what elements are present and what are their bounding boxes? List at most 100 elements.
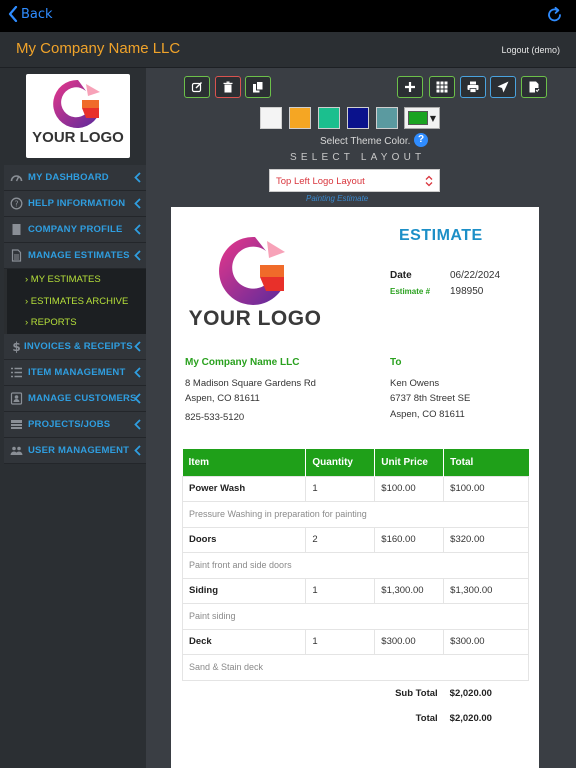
from-company-name: My Company Name LLC xyxy=(185,357,300,368)
item-quantity: 1 xyxy=(305,577,376,604)
sidebar-nav: MY DASHBOARD ? HELP INFORMATION COMPANY … xyxy=(4,165,146,464)
chevron-updown-icon xyxy=(425,175,433,187)
sidebar-item-label: MY DASHBOARD xyxy=(28,172,109,183)
back-button[interactable]: Back xyxy=(8,6,53,22)
contacts-icon xyxy=(10,391,23,405)
item-quantity: 1 xyxy=(305,628,376,655)
estimates-submenu: › MY ESTIMATES › ESTIMATES ARCHIVE › REP… xyxy=(4,269,146,334)
add-icon xyxy=(405,82,415,92)
item-total: $1,300.00 xyxy=(443,577,529,604)
help-icon[interactable]: ? xyxy=(414,133,428,147)
estimate-number-value: 198950 xyxy=(450,286,484,297)
chevron-left-icon xyxy=(134,418,141,430)
edit-button[interactable] xyxy=(184,76,210,98)
sidebar-item-projects[interactable]: PROJECTS/JOBS xyxy=(4,411,146,438)
svg-text:?: ? xyxy=(14,199,18,208)
subtotal-value: $2,020.00 xyxy=(449,687,492,699)
total-row: Total $2,020.00 xyxy=(183,706,529,732)
chevron-left-icon xyxy=(134,444,141,456)
logo-text: YOUR LOGO xyxy=(32,129,124,146)
from-address-line1: 8 Madison Square Gardens Rd xyxy=(185,378,316,389)
sidebar-item-item-management[interactable]: ITEM MANAGEMENT xyxy=(4,359,146,386)
delete-button[interactable] xyxy=(215,76,241,98)
item-unit-price: $300.00 xyxy=(374,628,445,655)
table-row[interactable]: Doors 2 $160.00 $320.00 xyxy=(181,526,529,553)
grid-button[interactable] xyxy=(429,76,455,98)
layout-select[interactable]: Top Left Logo Layout xyxy=(269,169,440,192)
subtotal-label: Sub Total xyxy=(395,687,438,699)
sidebar-item-manage-estimates[interactable]: MANAGE ESTIMATES xyxy=(4,243,146,269)
table-row[interactable]: Siding 1 $1,300.00 $1,300.00 xyxy=(181,577,529,604)
edit-icon xyxy=(191,82,202,93)
item-name: Power Wash xyxy=(181,475,307,502)
table-row[interactable]: Power Wash 1 $100.00 $100.00 xyxy=(181,475,529,502)
duplicate-button[interactable] xyxy=(245,76,271,98)
estimate-document: YOUR LOGO ESTIMATE Date 06/22/2024 Estim… xyxy=(171,207,539,768)
logout-link[interactable]: Logout (demo) xyxy=(501,45,560,55)
chevron-left-icon xyxy=(134,392,141,404)
from-address-line2: Aspen, CO 81611 xyxy=(185,393,260,404)
company-logo: YOUR LOGO xyxy=(26,74,130,158)
total-label: Total xyxy=(415,712,438,724)
sidebar-item-label: USER MANAGEMENT xyxy=(28,444,130,456)
grid-icon xyxy=(436,81,448,93)
line-items-table: Item Quantity Unit Price Total Power Was… xyxy=(181,449,529,732)
chevron-left-icon xyxy=(134,366,141,378)
sidebar-item-invoices[interactable]: $ INVOICES & RECEIPTS xyxy=(4,333,146,360)
sidebar-item-dashboard[interactable]: MY DASHBOARD xyxy=(4,165,146,191)
column-header: Total xyxy=(443,449,529,476)
theme-color-picker[interactable]: ▼ xyxy=(404,107,440,129)
to-label: To xyxy=(390,357,402,368)
submenu-item-estimates-archive[interactable]: › ESTIMATES ARCHIVE xyxy=(4,290,146,312)
item-description: Pressure Washing in preparation for pain… xyxy=(182,501,529,528)
sidebar-item-manage-customers[interactable]: MANAGE CUSTOMERS xyxy=(4,385,146,412)
save-icon xyxy=(529,81,540,93)
item-unit-price: $160.00 xyxy=(374,526,445,553)
projects-icon xyxy=(11,419,22,429)
help-icon: ? xyxy=(10,197,23,210)
chevron-left-icon xyxy=(134,198,141,209)
theme-swatch[interactable] xyxy=(376,107,398,129)
column-header: Unit Price xyxy=(374,449,445,476)
sidebar-item-label: PROJECTS/JOBS xyxy=(28,418,111,430)
to-address-line1: 6737 8th Street SE xyxy=(390,393,471,404)
trash-icon xyxy=(223,81,233,93)
theme-swatch[interactable] xyxy=(260,107,282,129)
list-icon xyxy=(11,367,22,377)
estimate-number-label: Estimate # xyxy=(390,287,431,296)
submenu-item-reports[interactable]: › REPORTS xyxy=(4,312,146,334)
theme-color-label: Select Theme Color. xyxy=(320,136,411,147)
sidebar: YOUR LOGO MY DASHBOARD ? HELP INFORMATIO… xyxy=(0,68,146,768)
save-button[interactable] xyxy=(521,76,547,98)
selected-color xyxy=(408,111,428,125)
column-header: Quantity xyxy=(305,449,376,476)
send-icon xyxy=(497,81,509,93)
sidebar-item-company-profile[interactable]: COMPANY PROFILE xyxy=(4,217,146,243)
submenu-label: › REPORTS xyxy=(25,317,77,328)
table-row-description: Sand & Stain deck xyxy=(182,654,529,681)
table-header-row: Item Quantity Unit Price Total xyxy=(182,449,529,476)
print-button[interactable] xyxy=(460,76,486,98)
sidebar-item-label: HELP INFORMATION xyxy=(28,198,126,209)
to-address-line2: Aspen, CO 81611 xyxy=(390,409,465,420)
table-row[interactable]: Deck 1 $300.00 $300.00 xyxy=(181,628,529,655)
item-unit-price: $1,300.00 xyxy=(374,577,445,604)
theme-swatch[interactable] xyxy=(289,107,311,129)
refresh-icon[interactable] xyxy=(546,6,564,28)
send-button[interactable] xyxy=(490,76,516,98)
app-header: My Company Name LLC Logout (demo) xyxy=(0,32,576,68)
table-row-description: Paint siding xyxy=(182,603,529,630)
submenu-item-my-estimates[interactable]: › MY ESTIMATES xyxy=(4,269,146,291)
dashboard-icon xyxy=(10,175,23,182)
caret-down-icon: ▼ xyxy=(429,114,436,123)
theme-swatch[interactable] xyxy=(318,107,340,129)
copy-icon xyxy=(253,81,264,93)
sidebar-item-help[interactable]: ? HELP INFORMATION xyxy=(4,191,146,217)
profile-icon xyxy=(12,224,21,235)
document-type-label: Painting Estimate xyxy=(306,194,369,203)
sidebar-item-user-management[interactable]: USER MANAGEMENT xyxy=(4,437,146,464)
chevron-left-icon xyxy=(134,340,141,352)
submenu-label: › ESTIMATES ARCHIVE xyxy=(25,295,129,307)
add-button[interactable] xyxy=(397,76,423,98)
theme-swatch[interactable] xyxy=(347,107,369,129)
